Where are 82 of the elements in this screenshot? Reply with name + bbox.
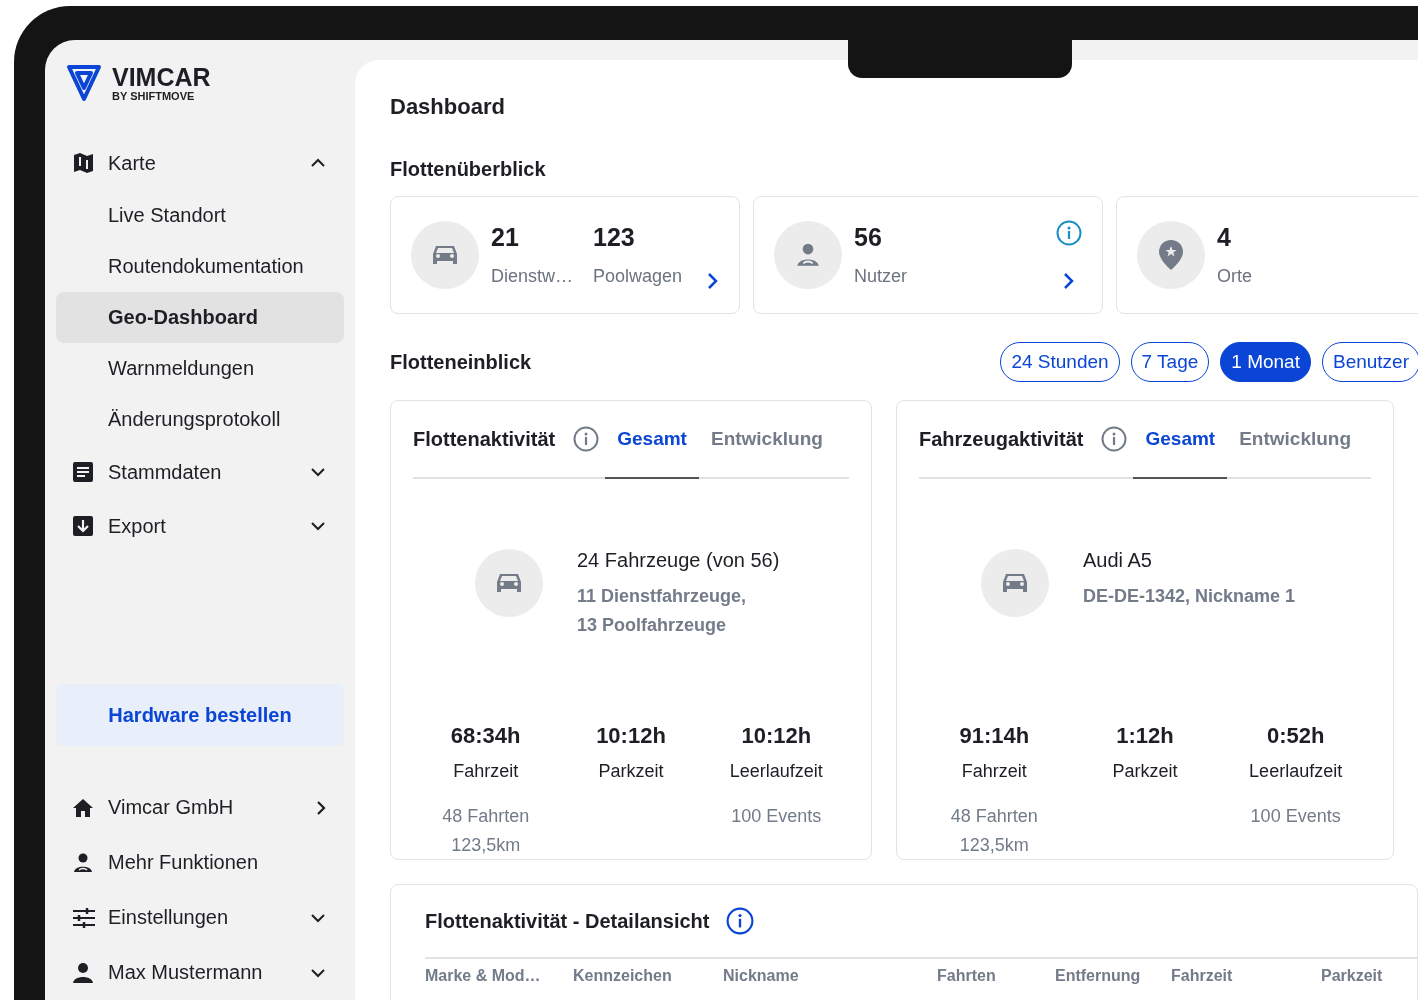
metric-note: 48 Fahrten xyxy=(442,806,530,827)
card-title: Flottenaktivität - Detailansicht xyxy=(425,909,710,933)
info-icon[interactable] xyxy=(573,426,600,452)
view-tab[interactable]: Gesamt xyxy=(605,401,699,479)
metric-note: 100 Events xyxy=(1250,806,1341,827)
chevron-right-icon[interactable] xyxy=(1063,272,1075,290)
column-header[interactable]: Marke & Mod… xyxy=(425,967,573,985)
map-icon xyxy=(72,151,96,175)
card-title: Flottenaktivität xyxy=(413,427,556,451)
column-header[interactable]: Nickname xyxy=(723,967,937,985)
metric-note: 48 Fahrten xyxy=(950,806,1038,827)
stat-value: 4 xyxy=(1217,223,1232,252)
order-hardware-button[interactable]: Hardware bestellen xyxy=(56,684,344,746)
metric-label: Fahrzeit xyxy=(961,761,1027,782)
nav-item[interactable]: Export xyxy=(56,499,344,553)
metric-label: Fahrzeit xyxy=(453,761,519,782)
list-icon xyxy=(72,461,94,483)
nav-item[interactable]: Mehr Funktionen xyxy=(56,835,344,890)
metric-label: Leerlaufzeit xyxy=(729,761,823,782)
period-filter-button[interactable]: Benutzer xyxy=(1321,342,1418,382)
download-icon xyxy=(72,515,94,537)
sliders-icon xyxy=(72,906,96,929)
metric-label: Parkzeit xyxy=(598,761,664,782)
period-filter-button[interactable]: 7 Tage xyxy=(1130,342,1210,382)
nav-subitem[interactable]: Warnmeldungen xyxy=(56,343,344,394)
info-icon[interactable] xyxy=(1056,220,1082,246)
period-filter-button[interactable]: 24 Stunden xyxy=(1000,342,1120,382)
metric-note: 100 Events xyxy=(731,806,822,827)
metric-value: 68:34h xyxy=(450,723,521,749)
stat-value: 56 xyxy=(854,223,883,252)
nav-item[interactable]: Einstellungen xyxy=(56,890,344,945)
stat-label: Orte xyxy=(1217,266,1252,287)
nav-subitem[interactable]: Geo-Dashboard xyxy=(56,292,344,343)
stat-label: Poolwagen xyxy=(593,266,683,287)
summary-title: Audi A5 xyxy=(1083,549,1153,572)
stat-label: Dienstw… xyxy=(491,266,574,287)
view-tab[interactable]: Gesamt xyxy=(1133,401,1228,479)
column-header[interactable]: Entfernung xyxy=(1055,967,1171,985)
column-header[interactable]: Parkzeit xyxy=(1321,967,1411,985)
summary-detail: DE-DE-1342, Nickname 1 xyxy=(1083,586,1296,607)
info-icon[interactable] xyxy=(1101,426,1128,452)
metric-value: 10:12h xyxy=(596,723,666,749)
metric-note: 123,5km xyxy=(451,835,521,856)
period-filter-button[interactable]: 1 Monat xyxy=(1220,342,1311,382)
info-icon[interactable] xyxy=(725,907,754,935)
user-icon xyxy=(72,851,94,874)
page-title: Dashboard xyxy=(390,94,506,120)
view-tab[interactable]: Entwicklung xyxy=(698,401,835,479)
column-header[interactable]: Fahrzeit xyxy=(1171,967,1321,985)
nav-subitem[interactable]: Routendokumentation xyxy=(56,241,344,292)
stat-label: Nutzer xyxy=(854,266,907,287)
card-title: Fahrzeugaktivität xyxy=(919,427,1084,451)
metric-value: 0:52h xyxy=(1266,723,1325,749)
logo-tagline: BY SHIFTMOVE xyxy=(112,90,196,102)
summary-detail: 13 Poolfahrzeuge xyxy=(577,615,728,636)
home-icon xyxy=(72,797,94,818)
metric-value: 1:12h xyxy=(1116,723,1174,749)
nav-item[interactable]: Vimcar GmbH xyxy=(56,780,344,835)
metric-label: Parkzeit xyxy=(1112,761,1178,782)
summary-detail: 11 Dienstfahrzeuge, xyxy=(577,586,748,607)
section-title: Flottenüberblick xyxy=(390,158,547,181)
metric-value: 10:12h xyxy=(741,723,812,749)
user-icon xyxy=(72,961,94,984)
nav-item[interactable]: Stammdaten xyxy=(56,445,344,499)
metric-value: 91:14h xyxy=(959,723,1030,749)
column-header[interactable]: Fahrten xyxy=(937,967,1055,985)
chevron-right-icon xyxy=(316,799,326,816)
logo-icon xyxy=(66,64,102,102)
metric-note: 123,5km xyxy=(959,835,1029,856)
view-tab[interactable]: Entwicklung xyxy=(1227,401,1364,479)
nav-subitem[interactable]: Änderungsprotokoll xyxy=(56,394,344,445)
section-title: Flotteneinblick xyxy=(390,350,532,374)
logo-wordmark: VIMCAR xyxy=(112,64,211,90)
metric-label: Leerlaufzeit xyxy=(1249,761,1343,782)
stat-value: 21 xyxy=(491,223,520,252)
chevron-right-icon[interactable] xyxy=(707,272,719,290)
stat-value: 123 xyxy=(593,223,636,252)
summary-title: 24 Fahrzeuge (von 56) xyxy=(577,549,780,572)
nav-subitem[interactable]: Live Standort xyxy=(56,190,344,241)
column-header[interactable]: Kennzeichen xyxy=(573,967,723,985)
nav-item[interactable]: Karte xyxy=(56,136,344,190)
nav-item[interactable]: Max Mustermann xyxy=(56,945,344,1000)
